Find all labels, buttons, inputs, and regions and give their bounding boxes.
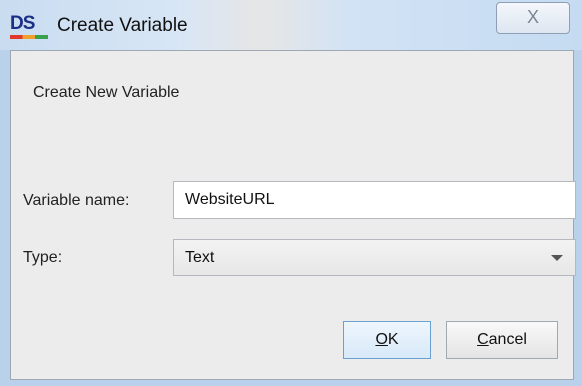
close-icon: X: [526, 7, 539, 27]
app-logo-text: DS: [10, 13, 35, 34]
variable-name-input[interactable]: [174, 182, 575, 218]
app-logo-bar: [10, 35, 48, 39]
ok-label-rest: K: [387, 331, 399, 348]
ok-mnemonic: O: [375, 331, 388, 348]
dialog-heading: Create New Variable: [33, 84, 180, 101]
ok-button[interactable]: OK: [343, 321, 431, 359]
type-select[interactable]: Text: [173, 239, 576, 276]
title-bar: DS Create Variable X: [0, 0, 582, 50]
variable-name-label: Variable name:: [23, 192, 130, 209]
close-button[interactable]: X: [496, 2, 570, 34]
dialog-panel: Create New Variable Variable name: Type:…: [10, 50, 576, 380]
variable-name-field[interactable]: [173, 181, 576, 219]
chevron-down-icon: [551, 255, 563, 261]
app-logo: DS: [10, 14, 48, 40]
cancel-label-rest: ancel: [488, 331, 527, 348]
cancel-mnemonic: C: [477, 331, 489, 348]
type-label: Type:: [23, 249, 63, 266]
type-selected-value: Text: [185, 249, 215, 266]
window-title: Create Variable: [57, 15, 188, 36]
cancel-button[interactable]: Cancel: [446, 321, 558, 359]
